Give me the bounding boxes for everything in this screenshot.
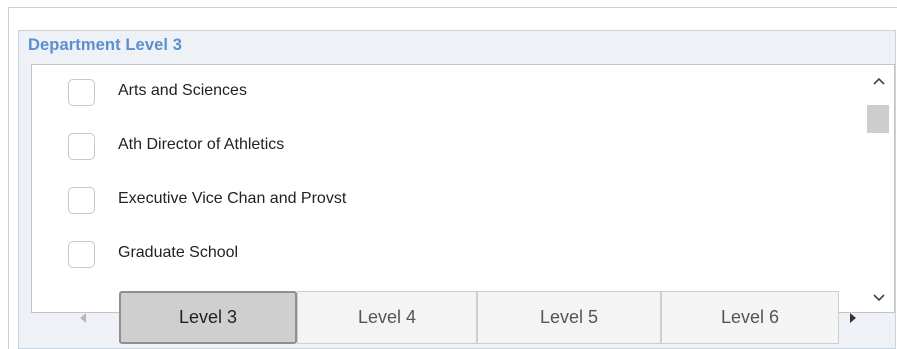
tab-label: Level 5 <box>539 307 599 327</box>
department-list: Arts and Sciences Ath Director of Athlet… <box>31 64 895 313</box>
panel-title: Department Level 3 <box>28 36 183 54</box>
triangle-left-icon <box>80 313 86 323</box>
tab-level-6[interactable]: Level 6 <box>661 291 839 344</box>
tab-label: Level 4 <box>357 307 417 327</box>
list-item[interactable]: Executive Vice Chan and Provst <box>32 173 864 227</box>
checkbox[interactable] <box>68 187 95 214</box>
list-item-label: Executive Vice Chan and Provst <box>118 190 347 207</box>
department-level-panel: Department Level 3 Arts and Sciences Ath… <box>18 30 896 349</box>
list-item-label: Arts and Sciences <box>118 82 247 99</box>
checkbox[interactable] <box>68 133 95 160</box>
list-item-label: Ath Director of Athletics <box>118 136 285 153</box>
chevron-up-icon <box>872 77 885 85</box>
page: Department Level 3 Arts and Sciences Ath… <box>0 0 897 349</box>
list-item[interactable]: Arts and Sciences <box>32 65 864 119</box>
checkbox[interactable] <box>68 79 95 106</box>
scroll-thumb[interactable] <box>867 105 889 133</box>
tab-next-button[interactable] <box>831 291 875 345</box>
tab-level-3[interactable]: Level 3 <box>119 291 297 344</box>
tab-label: Level 6 <box>720 307 780 327</box>
frame-left-border <box>8 7 9 349</box>
list-item[interactable]: Ath Director of Athletics <box>32 119 864 173</box>
level-tabs: Level 3 Level 4 Level 5 Level 6 <box>31 291 895 345</box>
tab-label: Level 3 <box>178 307 238 327</box>
list-item[interactable]: Graduate School <box>32 227 864 281</box>
tab-prev-button[interactable] <box>61 291 105 345</box>
department-list-items: Arts and Sciences Ath Director of Athlet… <box>32 65 864 312</box>
checkbox[interactable] <box>68 241 95 268</box>
list-scrollbar[interactable] <box>863 65 894 312</box>
list-item-label: Graduate School <box>118 244 239 261</box>
scroll-up-button[interactable] <box>863 70 894 92</box>
frame-top-border <box>8 7 897 8</box>
tab-level-5[interactable]: Level 5 <box>477 291 661 344</box>
triangle-right-icon <box>850 313 856 323</box>
tab-level-4[interactable]: Level 4 <box>297 291 477 344</box>
